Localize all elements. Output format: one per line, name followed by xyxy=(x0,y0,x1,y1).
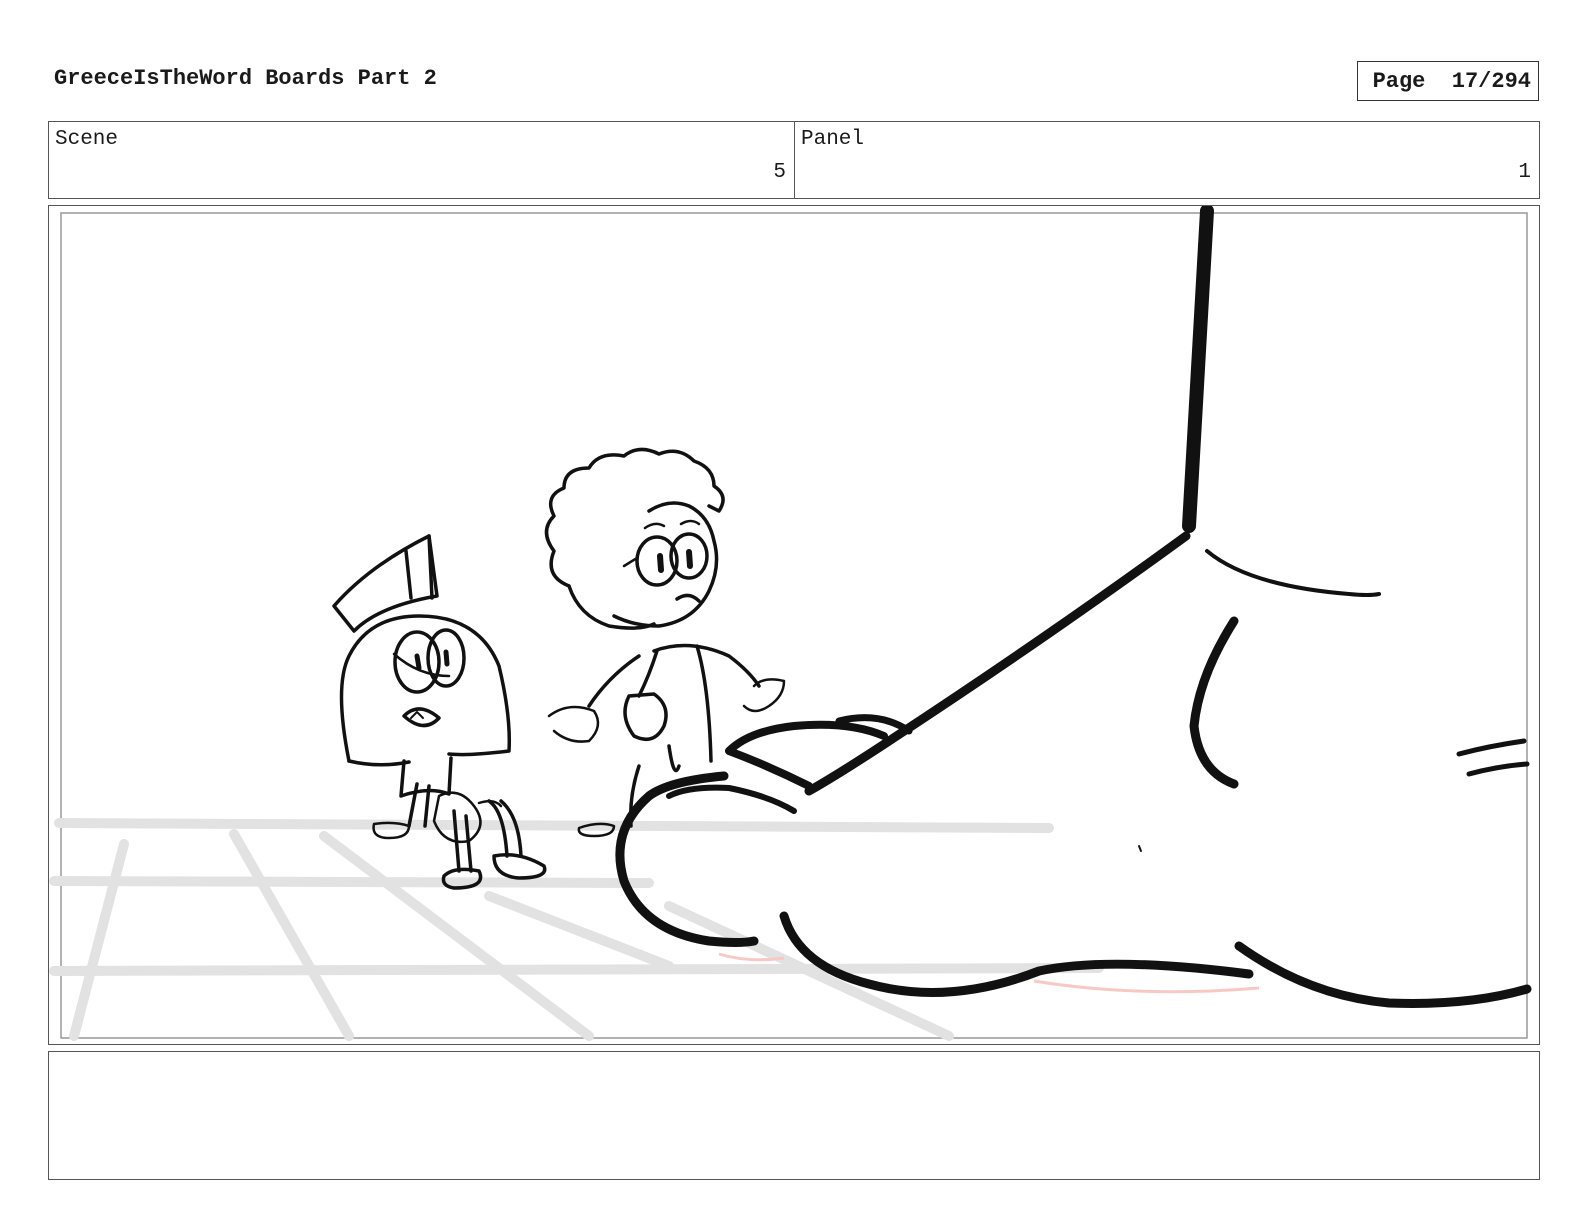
panel-cell: Panel 1 xyxy=(795,122,1539,198)
curly-kid-drawing xyxy=(544,447,786,838)
storyboard-drawing xyxy=(49,206,1532,1041)
giant-foot-drawing xyxy=(615,206,1532,1008)
helmet-kid-drawing xyxy=(332,534,547,890)
board-title: GreeceIsTheWord Boards Part 2 xyxy=(54,66,437,91)
page-number: 17/294 xyxy=(1451,68,1531,94)
scene-cell: Scene 5 xyxy=(49,122,795,198)
storyboard-frame xyxy=(48,205,1540,1045)
scene-number: 5 xyxy=(773,161,786,184)
floor-grid xyxy=(49,818,1104,1041)
page-label: Page xyxy=(1372,68,1426,94)
notes-box xyxy=(48,1051,1540,1180)
scene-label: Scene xyxy=(55,128,119,151)
panel-label: Panel xyxy=(801,128,865,151)
scene-panel-row: Scene 5 Panel 1 xyxy=(48,121,1540,199)
panel-number: 1 xyxy=(1518,161,1531,184)
page-indicator: Page 17/294 xyxy=(1357,61,1539,101)
